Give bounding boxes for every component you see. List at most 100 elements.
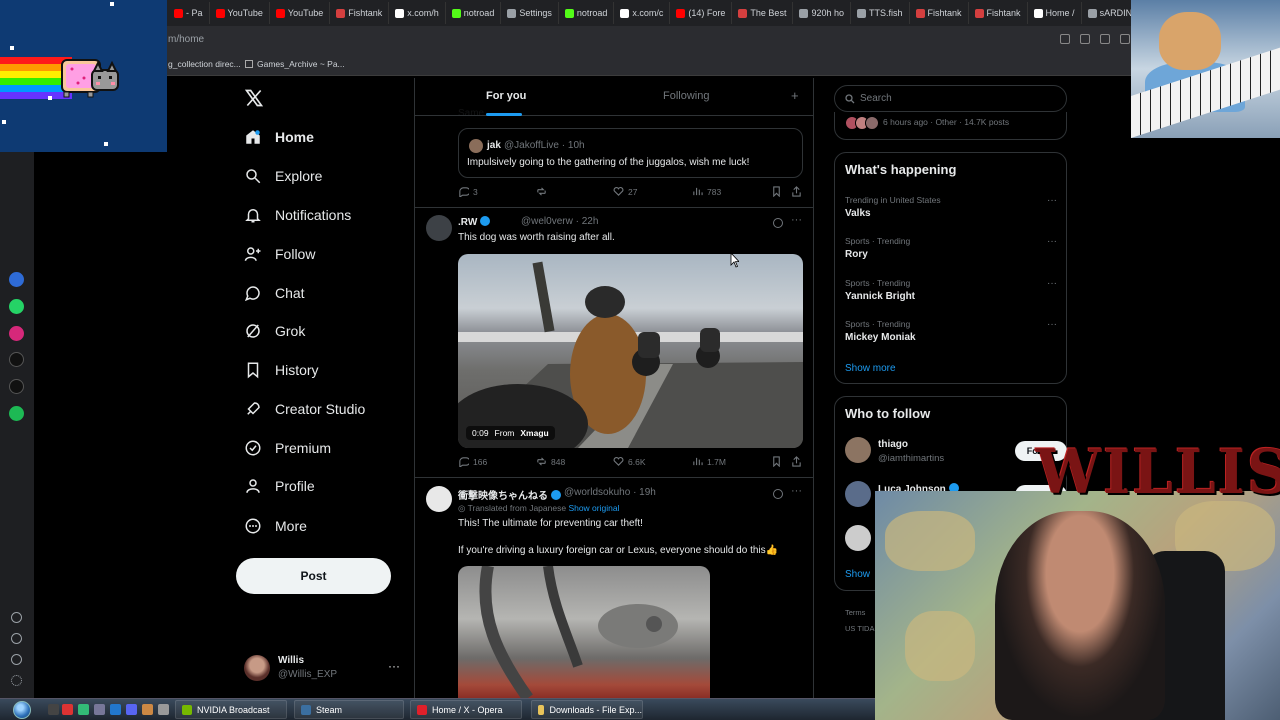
- more-horizontal-icon[interactable]: ···: [1047, 319, 1057, 330]
- views-button[interactable]: 1.7M: [692, 456, 726, 467]
- tweet-image[interactable]: [458, 566, 710, 698]
- more-horizontal-icon[interactable]: ···: [791, 214, 802, 226]
- quicklaunch-icon[interactable]: [62, 704, 73, 715]
- quicklaunch-icon[interactable]: [158, 704, 169, 715]
- add-tab-icon[interactable]: +: [791, 88, 799, 103]
- search-input[interactable]: Search: [834, 85, 1067, 112]
- browser-tab[interactable]: The Best: [732, 2, 794, 24]
- tweet-video[interactable]: 0:09 From Xmagu: [458, 254, 803, 448]
- quicklaunch-icon[interactable]: [142, 704, 153, 715]
- views-button[interactable]: 783: [692, 186, 721, 197]
- trend-item[interactable]: Sports · Trending Rory ···: [845, 236, 1057, 266]
- browser-tab[interactable]: x.com/c: [614, 2, 671, 24]
- clock-icon[interactable]: [11, 633, 22, 644]
- show-more-link[interactable]: Show more: [845, 363, 896, 374]
- nav-item-chat[interactable]: Chat: [244, 280, 305, 306]
- trend-item[interactable]: Sports · Trending Yannick Bright ···: [845, 278, 1057, 308]
- send-icon[interactable]: [1120, 34, 1130, 44]
- more-horizontal-icon[interactable]: ···: [1047, 195, 1057, 206]
- tiktok-icon[interactable]: [9, 352, 24, 367]
- more-horizontal-icon[interactable]: ···: [791, 485, 802, 497]
- tweet-author-name[interactable]: 衝撃映像ちゃんねる: [458, 487, 561, 502]
- x-logo-icon[interactable]: [244, 88, 264, 108]
- video-source[interactable]: Xmagu: [520, 428, 548, 438]
- browser-tab[interactable]: TTS.fish: [851, 2, 910, 24]
- taskbar-item[interactable]: Home / X - Opera: [410, 700, 522, 719]
- shield-icon[interactable]: [1100, 34, 1110, 44]
- quicklaunch-icon[interactable]: [78, 704, 89, 715]
- bookmark-item[interactable]: Games_Archive ~ Pa...: [245, 59, 345, 69]
- like-button[interactable]: 27: [613, 186, 637, 197]
- address-bar[interactable]: m/home: [0, 26, 1280, 54]
- taskbar-item[interactable]: Steam: [294, 700, 404, 719]
- more-icon[interactable]: [11, 675, 22, 686]
- avatar[interactable]: [426, 215, 452, 241]
- tweet-author-handle[interactable]: @worldsokuho · 19h: [564, 487, 656, 498]
- like-button[interactable]: 6.6K: [613, 456, 646, 467]
- tab-following[interactable]: Following: [663, 90, 709, 102]
- nav-item-follow[interactable]: Follow: [244, 241, 315, 267]
- show-original-link[interactable]: Show original: [568, 503, 619, 513]
- more-horizontal-icon[interactable]: ···: [388, 659, 400, 673]
- browser-tab[interactable]: notroad: [559, 2, 615, 24]
- follow-suggestion[interactable]: thiago @iamthimartins Follow: [845, 437, 1067, 467]
- browser-tab[interactable]: notroad: [446, 2, 502, 24]
- repost-button[interactable]: [536, 186, 551, 197]
- messenger-icon[interactable]: [9, 272, 24, 287]
- previous-trend-card[interactable]: 6 hours ago · Other · 14.7K posts: [834, 112, 1067, 140]
- nav-item-premium[interactable]: Premium: [244, 435, 331, 461]
- repost-button[interactable]: 848: [536, 456, 565, 467]
- taskbar-item[interactable]: Downloads - File Exp...: [531, 700, 643, 719]
- nav-item-creator-studio[interactable]: Creator Studio: [244, 396, 365, 422]
- browser-tab[interactable]: Fishtank: [910, 2, 969, 24]
- quicklaunch-icon[interactable]: [48, 704, 59, 715]
- quoted-tweet[interactable]: jak @JakoffLive · 10h Impulsively going …: [458, 128, 803, 178]
- nav-item-more[interactable]: More: [244, 513, 307, 539]
- bookmark-item[interactable]: g_collection direc...: [168, 59, 241, 69]
- browser-tab[interactable]: - Pa: [168, 2, 210, 24]
- browser-tab[interactable]: YouTube: [210, 2, 270, 24]
- share-button[interactable]: [791, 186, 802, 197]
- bookmark-button[interactable]: [771, 456, 782, 467]
- pin-icon[interactable]: [1060, 34, 1070, 44]
- browser-tab[interactable]: (14) Fore: [670, 2, 733, 24]
- grok-icon[interactable]: [773, 489, 783, 499]
- quicklaunch-icon[interactable]: [94, 704, 105, 715]
- tweet-author-handle[interactable]: @wel0verw · 22h: [521, 216, 598, 227]
- browser-tab[interactable]: 920h ho: [793, 2, 851, 24]
- browser-tab[interactable]: Settings: [501, 2, 559, 24]
- avatar[interactable]: [426, 486, 452, 512]
- quicklaunch-icon[interactable]: [110, 704, 121, 715]
- camera-icon[interactable]: [1080, 34, 1090, 44]
- more-horizontal-icon[interactable]: ···: [1047, 236, 1057, 247]
- nav-item-explore[interactable]: Explore: [244, 163, 322, 189]
- browser-tab[interactable]: x.com/h: [389, 2, 446, 24]
- browser-tab[interactable]: YouTube: [270, 2, 331, 24]
- spotify-icon[interactable]: [9, 406, 24, 421]
- browser-tab[interactable]: Fishtank: [330, 2, 390, 24]
- discord-icon[interactable]: [126, 704, 137, 715]
- nav-item-home[interactable]: Home: [244, 124, 314, 150]
- instagram-icon[interactable]: [9, 326, 24, 341]
- footer-link-terms[interactable]: Terms: [845, 608, 865, 617]
- gear-icon[interactable]: [11, 654, 22, 665]
- footer-link[interactable]: US TIDA: [845, 624, 874, 633]
- tweet-author-name[interactable]: .RW: [458, 216, 491, 228]
- reply-button[interactable]: 3: [458, 186, 478, 197]
- heart-icon[interactable]: [11, 612, 22, 623]
- show-more-link[interactable]: Show: [845, 569, 870, 580]
- reply-button[interactable]: 166: [458, 456, 487, 467]
- more-horizontal-icon[interactable]: ···: [1047, 278, 1057, 289]
- start-button[interactable]: [7, 699, 37, 720]
- tab-for-you[interactable]: For you: [486, 90, 526, 102]
- browser-tab[interactable]: Fishtank: [969, 2, 1028, 24]
- browser-tab[interactable]: Home /: [1028, 2, 1082, 24]
- nav-item-notifications[interactable]: Notifications: [244, 202, 351, 228]
- nav-item-history[interactable]: History: [244, 357, 319, 383]
- share-button[interactable]: [791, 456, 802, 467]
- bookmark-button[interactable]: [771, 186, 782, 197]
- taskbar-item[interactable]: NVIDIA Broadcast: [175, 700, 287, 719]
- grok-icon[interactable]: [773, 218, 783, 228]
- x-sidebar-icon[interactable]: [9, 379, 24, 394]
- post-button[interactable]: Post: [236, 558, 391, 594]
